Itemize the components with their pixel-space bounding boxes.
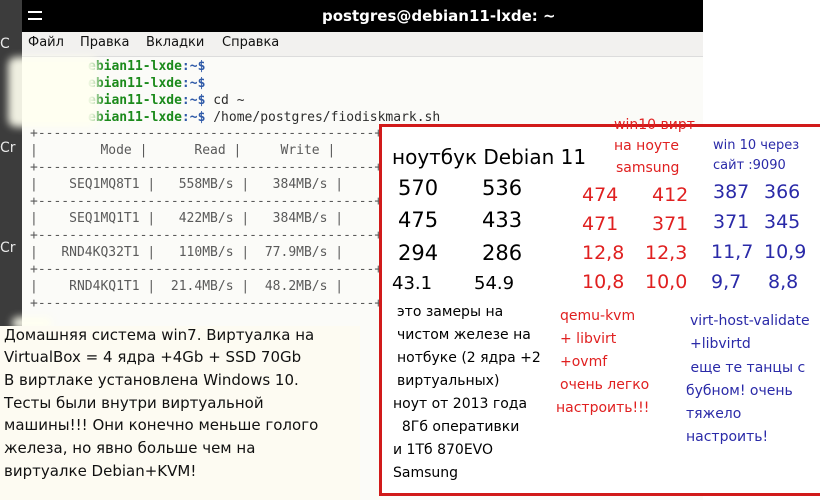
desktop-label: Cr — [0, 240, 16, 256]
col3-desc: бубном! очень — [686, 383, 793, 399]
col1-value: 294 — [398, 241, 439, 265]
table-row: | SEQ1MQ8T1 | 558MB/s | 384MB/s | — [30, 177, 344, 192]
table-border: +---------------------------------------… — [30, 262, 383, 277]
annotation-note: Домашняя система win7. Виртуалка на Virt… — [0, 326, 360, 500]
note-line: железа, но явно больше чем на — [4, 439, 256, 457]
table-border: +---------------------------------------… — [30, 160, 383, 175]
col1-desc: 8Гб оперативки — [393, 419, 520, 435]
menu-help[interactable]: Справка — [222, 35, 279, 50]
col1-value: 286 — [482, 241, 523, 265]
note-line: VirtualBox = 4 ядра +4Gb + SSD 70Gb — [4, 348, 302, 366]
table-border: +---------------------------------------… — [30, 194, 383, 209]
col1-desc: Samsung — [393, 465, 459, 481]
col3-desc: настроить! — [686, 429, 769, 445]
col1-title: ноутбук Debian 11 — [392, 145, 587, 169]
table-border: +---------------------------------------… — [30, 126, 383, 141]
col2-title: samsung — [616, 160, 680, 176]
terminal-prompt-line: ebian11-lxde:~$ cd ~ — [88, 93, 245, 108]
col2-desc: очень легко — [560, 377, 650, 393]
menu-bar: Файл Правка Вкладки Справка — [22, 32, 703, 57]
col3-desc: virt-host-validate — [690, 313, 810, 329]
col3-value: 371 — [713, 211, 750, 233]
col1-desc: виртуальных) — [397, 373, 500, 389]
terminal-prompt-line: ebian11-lxde:~$ — [88, 76, 206, 91]
col2-title: win10 вирт — [614, 117, 695, 133]
col2-value: 474 — [582, 184, 619, 206]
table-row: | RND4KQ32T1 | 110MB/s | 77.9MB/s | — [30, 245, 344, 260]
col3-value: 345 — [764, 211, 801, 233]
col2-value: 471 — [582, 213, 619, 235]
col3-value: 10,9 — [764, 241, 807, 263]
note-line: Домашняя система win7. Виртуалка на — [4, 326, 315, 344]
table-row: | RND4KQ1T1 | 21.4MB/s | 48.2MB/s | — [30, 279, 344, 294]
table-header-row: | Mode | Read | Write | — [30, 143, 336, 158]
col3-value: 11,7 — [711, 241, 754, 263]
col3-title: win 10 через — [713, 138, 800, 153]
desktop-label: Cr — [0, 140, 16, 156]
col2-desc: +ovmf — [560, 354, 608, 370]
col2-value: 10,0 — [645, 271, 688, 293]
menu-file[interactable]: Файл — [28, 35, 64, 50]
col3-value: 366 — [764, 181, 801, 203]
col1-value: 570 — [398, 176, 439, 200]
col2-value: 371 — [652, 213, 689, 235]
col2-value: 10,8 — [582, 271, 625, 293]
col1-value: 433 — [482, 208, 523, 232]
redaction-smudge — [8, 57, 98, 127]
note-line: виртуалке Debian+KVM! — [4, 462, 197, 480]
col3-desc: +libvirtd — [690, 336, 751, 352]
desktop-label: C — [0, 36, 10, 52]
menu-tabs[interactable]: Вкладки — [146, 35, 204, 50]
col2-desc: настроить!!! — [556, 400, 650, 416]
col3-value: 8,8 — [768, 271, 799, 293]
menu-edit[interactable]: Правка — [80, 35, 129, 50]
col3-desc: еще те танцы с — [686, 360, 806, 376]
col1-desc: ноут от 2013 года — [393, 396, 528, 412]
col2-value: 12,3 — [645, 242, 688, 264]
col1-value: 43.1 — [392, 273, 433, 294]
col1-desc: нотбуке (2 ядра +2 — [397, 350, 541, 366]
col3-title: сайт :9090 — [713, 158, 786, 173]
col3-value: 387 — [713, 181, 750, 203]
window-titlebar[interactable]: postgres@debian11-lxde: ~ — [22, 0, 703, 32]
window-title: postgres@debian11-lxde: ~ — [322, 7, 556, 25]
col3-value: 9,7 — [711, 271, 742, 293]
col1-value: 475 — [398, 208, 439, 232]
col1-desc: и 1Тб 870EVO — [393, 442, 494, 458]
col3-desc: тяжело — [686, 406, 742, 422]
col2-desc: qemu-kvm — [560, 308, 636, 324]
col2-value: 12,8 — [582, 242, 625, 264]
col1-value: 54.9 — [474, 273, 515, 294]
table-row: | SEQ1MQ1T1 | 422MB/s | 384MB/s | — [30, 211, 344, 226]
col1-desc: это замеры на — [397, 304, 504, 320]
table-border: +---------------------------------------… — [30, 296, 383, 311]
col2-value: 412 — [652, 184, 689, 206]
note-line: Тесты были внутри виртуальной — [4, 394, 264, 412]
terminal-prompt-line: ebian11-lxde:~$ — [88, 59, 206, 74]
note-line: В виртлаке установлена Windows 10. — [4, 371, 299, 389]
col1-value: 536 — [482, 176, 523, 200]
table-border: +---------------------------------------… — [30, 228, 383, 243]
note-line: машины!!! Они конечно меньше голого — [4, 416, 319, 434]
col2-title: на ноуте — [614, 138, 679, 154]
col1-desc: чистом железе на — [397, 327, 531, 343]
col2-desc: + libvirt — [560, 331, 617, 347]
